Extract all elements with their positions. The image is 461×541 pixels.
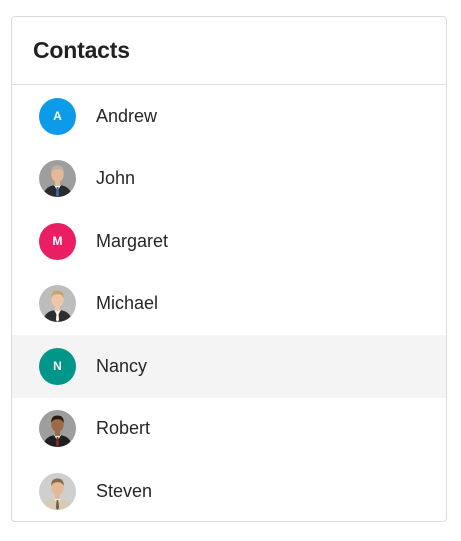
person-photo-icon: [43, 478, 72, 510]
avatar-photo: [39, 160, 76, 198]
avatar-initial-text: A: [53, 109, 62, 124]
contact-name: Nancy: [96, 355, 148, 376]
list-item[interactable]: M Margaret: [12, 210, 446, 273]
list-item[interactable]: Michael: [12, 273, 446, 336]
contact-name: John: [96, 168, 136, 189]
avatar-initial: N: [39, 347, 76, 385]
contact-name: Michael: [96, 293, 159, 314]
list-item[interactable]: Steven: [12, 460, 446, 521]
contact-list: A Andrew John M Margaret Michael N Nancy Robert S…: [12, 85, 446, 521]
avatar-initial-text: N: [53, 359, 62, 374]
avatar-initial: A: [39, 97, 76, 135]
contact-name: Andrew: [96, 105, 158, 126]
card-header: Contacts: [12, 17, 446, 85]
contact-name: Margaret: [96, 230, 169, 251]
avatar-photo: [39, 472, 76, 510]
contact-name: Robert: [96, 418, 151, 439]
person-photo-icon: [43, 165, 72, 198]
person-photo-icon: [43, 415, 72, 448]
list-item[interactable]: Robert: [12, 398, 446, 461]
avatar-initial-text: M: [52, 234, 63, 249]
page-title: Contacts: [33, 37, 130, 63]
person-photo-icon: [43, 290, 72, 323]
list-item[interactable]: John: [12, 148, 446, 211]
contacts-card: Contacts A Andrew John M Margaret Michael N Nan…: [11, 16, 447, 522]
avatar-initial: M: [39, 222, 76, 260]
avatar-photo: [39, 285, 76, 323]
contact-name: Steven: [96, 480, 153, 501]
list-item[interactable]: A Andrew: [12, 85, 446, 148]
avatar-photo: [39, 410, 76, 448]
list-item[interactable]: N Nancy: [12, 335, 446, 398]
